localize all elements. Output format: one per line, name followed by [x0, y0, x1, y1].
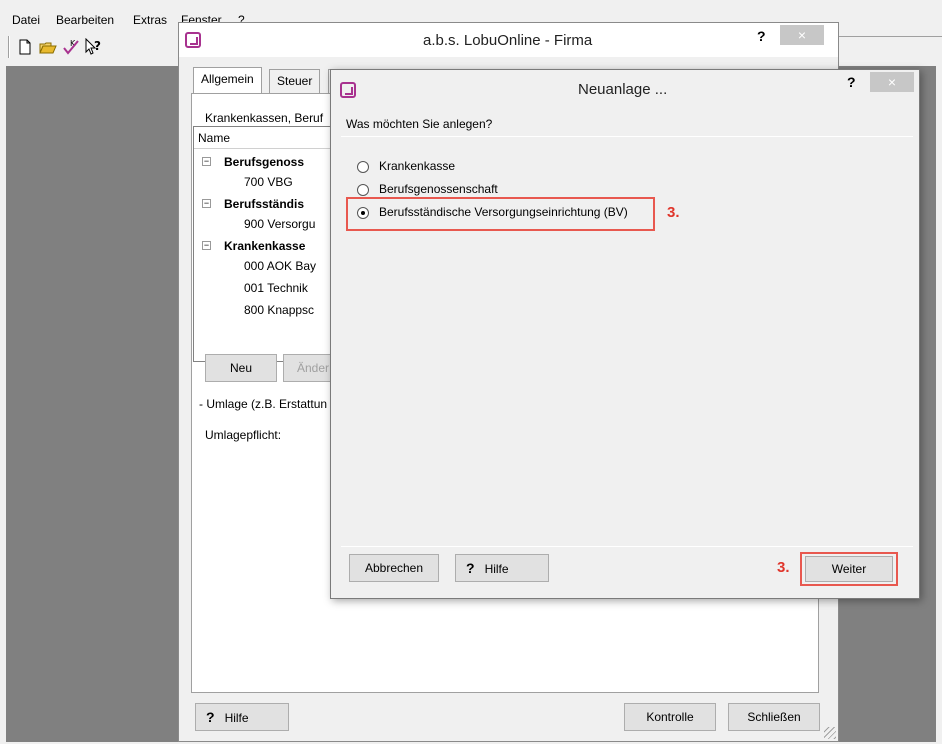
app-icon: [185, 32, 201, 48]
menu-extras[interactable]: Extras: [133, 13, 167, 27]
tree-node-berufsgenossenschaft[interactable]: Berufsgenoss: [224, 155, 304, 169]
list-label: Krankenkassen, Beruf: [205, 111, 324, 125]
schliessen-button[interactable]: Schließen: [728, 703, 820, 731]
radio-label-berufsgenossenschaft[interactable]: Berufsgenossenschaft: [379, 182, 498, 196]
whats-this-help-icon[interactable]: ?: [84, 37, 102, 56]
divider: [341, 136, 913, 137]
tree-leaf[interactable]: 000 AOK Bay: [244, 259, 316, 273]
radio-krankenkasse[interactable]: [357, 161, 369, 173]
firma-close-button[interactable]: ×: [780, 25, 824, 45]
tab-steuer[interactable]: Steuer: [269, 69, 321, 93]
divider: [341, 546, 913, 547]
highlight-box-option: [346, 197, 655, 231]
firma-help-button[interactable]: ?: [757, 28, 766, 44]
resize-grip[interactable]: [824, 727, 836, 739]
collapse-icon[interactable]: −: [202, 241, 211, 250]
tree-leaf[interactable]: 900 Versorgu: [244, 217, 315, 231]
tree-view[interactable]: Name − Berufsgenoss 700 VBG − Berufsstän…: [193, 126, 353, 362]
tree-node-berufsstaendisch[interactable]: Berufsständis: [224, 197, 304, 211]
tree-leaf[interactable]: 700 VBG: [244, 175, 293, 189]
weiter-button[interactable]: Weiter: [805, 556, 893, 582]
dialog-help-button[interactable]: ?: [847, 74, 856, 90]
tree-node-krankenkassen[interactable]: Krankenkasse: [224, 239, 305, 253]
radio-berufsgenossenschaft[interactable]: [357, 184, 369, 196]
toolbar-grip: [8, 36, 10, 58]
hilfe-label: Hilfe: [224, 711, 249, 725]
firma-title: a.b.s. LobuOnline - Firma: [423, 32, 593, 49]
umlagepflicht-label: Umlagepflicht:: [205, 428, 282, 442]
svg-text:?: ?: [94, 39, 101, 53]
neuanlage-dialog: Neuanlage ... ? × Was möchten Sie anlege…: [330, 69, 920, 599]
hilfe-label: Hilfe: [484, 562, 509, 576]
menu-bearbeiten[interactable]: Bearbeiten: [56, 13, 114, 27]
new-document-icon[interactable]: [16, 38, 34, 56]
dialog-close-button[interactable]: ×: [870, 72, 914, 92]
radio-label-krankenkasse[interactable]: Krankenkasse: [379, 159, 455, 173]
neu-button[interactable]: Neu: [205, 354, 277, 382]
dialog-title: Neuanlage ...: [578, 81, 668, 98]
app-icon: [340, 82, 356, 98]
help-q-icon: ?: [466, 560, 475, 576]
tree-leaf[interactable]: 800 Knappsc: [244, 303, 314, 317]
umlage-label: - Umlage (z.B. Erstattun: [199, 397, 328, 411]
collapse-icon[interactable]: −: [202, 199, 211, 208]
menu-datei[interactable]: Datei: [12, 13, 40, 27]
kontrolle-button[interactable]: Kontrolle: [624, 703, 716, 731]
step-annotation-option: 3.: [667, 204, 680, 221]
check-k-icon[interactable]: K: [62, 38, 80, 56]
toolbar-divider: [838, 36, 942, 37]
abbrechen-button[interactable]: Abbrechen: [349, 554, 439, 582]
dialog-question: Was möchten Sie anlegen?: [346, 117, 493, 131]
step-annotation-weiter: 3.: [777, 559, 790, 576]
firma-titlebar[interactable]: a.b.s. LobuOnline - Firma ? ×: [179, 23, 838, 57]
dialog-titlebar[interactable]: Neuanlage ... ? ×: [331, 70, 919, 108]
firma-hilfe-button[interactable]: ? Hilfe: [195, 703, 289, 731]
open-folder-icon[interactable]: [39, 38, 57, 56]
tree-leaf[interactable]: 001 Technik: [244, 281, 308, 295]
tab-allgemein[interactable]: Allgemein: [193, 67, 262, 93]
help-q-icon: ?: [206, 709, 215, 725]
dialog-hilfe-button[interactable]: ? Hilfe: [455, 554, 549, 582]
collapse-icon[interactable]: −: [202, 157, 211, 166]
